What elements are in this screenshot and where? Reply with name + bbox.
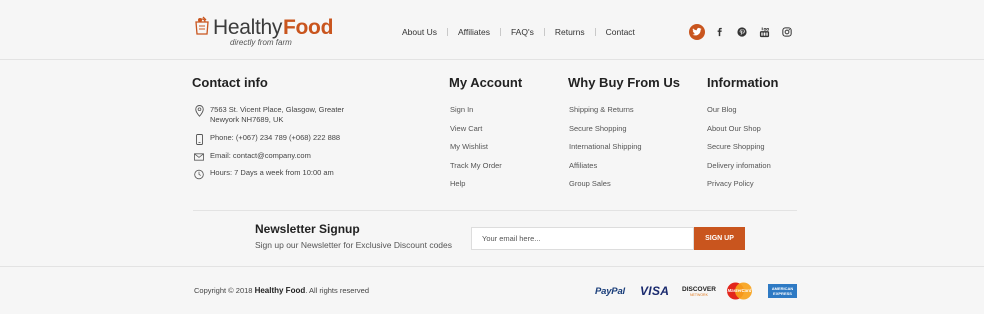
link-my-wishlist[interactable]: My Wishlist bbox=[450, 141, 502, 160]
link-help[interactable]: Help bbox=[450, 178, 502, 197]
copyright: Copyright © 2018 Healthy Food. All right… bbox=[194, 286, 369, 295]
link-secure-shopping-info[interactable]: Secure Shopping bbox=[707, 141, 771, 160]
location-pin-icon bbox=[194, 105, 204, 117]
link-affiliates[interactable]: Affiliates bbox=[569, 160, 642, 179]
nav-returns[interactable]: Returns bbox=[555, 27, 585, 37]
link-group-sales[interactable]: Group Sales bbox=[569, 178, 642, 197]
link-secure-shopping[interactable]: Secure Shopping bbox=[569, 123, 642, 142]
nav-contact[interactable]: Contact bbox=[606, 27, 635, 37]
social-links bbox=[689, 24, 802, 40]
logo-tagline: directly from farm bbox=[230, 38, 292, 47]
link-track-order[interactable]: Track My Order bbox=[450, 160, 502, 179]
contact-address: 7563 St. Vicent Place, Glasgow, Greater … bbox=[194, 105, 344, 125]
nav-affiliates[interactable]: Affiliates bbox=[458, 27, 490, 37]
contact-info-title: Contact info bbox=[192, 75, 268, 90]
paypal-logo: PayPal bbox=[595, 285, 625, 297]
information-title: Information bbox=[707, 75, 779, 90]
newsletter-email-input[interactable] bbox=[471, 227, 694, 250]
envelope-icon bbox=[194, 151, 204, 163]
copyright-suffix: . All rights reserved bbox=[305, 286, 370, 295]
address-line-1: 7563 St. Vicent Place, Glasgow, Greater bbox=[210, 105, 345, 114]
link-delivery-information[interactable]: Delivery infomation bbox=[707, 160, 771, 179]
email-text[interactable]: Email: contact@company.com bbox=[210, 151, 311, 161]
address-line-2: Newyork NH7689, UK bbox=[210, 115, 284, 124]
bottom-bar bbox=[0, 266, 984, 314]
nav-divider bbox=[499, 28, 501, 36]
contact-email: Email: contact@company.com bbox=[194, 151, 311, 163]
instagram-icon[interactable] bbox=[779, 24, 795, 40]
link-international-shipping[interactable]: International Shipping bbox=[569, 141, 642, 160]
basket-icon bbox=[195, 16, 209, 35]
copyright-brand: Healthy Food bbox=[254, 286, 306, 295]
newsletter-title: Newsletter Signup bbox=[255, 222, 360, 236]
contact-hours: Hours: 7 Days a week from 10:00 am bbox=[194, 168, 334, 180]
site-header: Healthy Food directly from farm About Us… bbox=[0, 0, 984, 60]
my-account-title: My Account bbox=[449, 75, 523, 90]
link-sign-in[interactable]: Sign In bbox=[450, 104, 502, 123]
nav-divider bbox=[446, 28, 448, 36]
information-links: Our Blog About Our Shop Secure Shopping … bbox=[707, 104, 771, 197]
my-account-links: Sign In View Cart My Wishlist Track My O… bbox=[450, 104, 502, 197]
nav-divider bbox=[594, 28, 596, 36]
pinterest-icon[interactable] bbox=[734, 24, 750, 40]
contact-phone: Phone: (+067) 234 789 (+068) 222 888 bbox=[194, 133, 340, 145]
why-buy-links: Shipping & Returns Secure Shopping Inter… bbox=[569, 104, 642, 197]
link-view-cart[interactable]: View Cart bbox=[450, 123, 502, 142]
clock-icon bbox=[194, 168, 204, 180]
newsletter-subtitle: Sign up our Newsletter for Exclusive Dis… bbox=[255, 240, 453, 250]
nav-divider bbox=[543, 28, 545, 36]
discover-logo: DISCOVER NETWORK bbox=[682, 285, 716, 297]
phone-text: Phone: (+067) 234 789 (+068) 222 888 bbox=[210, 133, 341, 142]
visa-logo: VISA bbox=[640, 284, 670, 298]
section-divider bbox=[193, 210, 797, 211]
phone-icon bbox=[194, 133, 204, 145]
youtube-icon[interactable] bbox=[757, 24, 773, 40]
link-privacy-policy[interactable]: Privacy Policy bbox=[707, 178, 771, 197]
copyright-prefix: Copyright © 2018 bbox=[194, 286, 255, 295]
main-nav: About Us Affiliates FAQ's Returns Contac… bbox=[402, 27, 635, 37]
hours-text: Hours: 7 Days a week from 10:00 am bbox=[210, 168, 334, 177]
sign-up-button[interactable]: SIGN UP bbox=[694, 227, 745, 250]
nav-about-us[interactable]: About Us bbox=[402, 27, 437, 37]
twitter-icon[interactable] bbox=[689, 24, 705, 40]
link-shipping-returns[interactable]: Shipping & Returns bbox=[569, 104, 642, 123]
logo-text-healthy: Healthy bbox=[213, 16, 283, 39]
nav-faqs[interactable]: FAQ's bbox=[511, 27, 534, 37]
why-buy-title: Why Buy From Us bbox=[568, 75, 680, 90]
link-about-our-shop[interactable]: About Our Shop bbox=[707, 123, 771, 142]
logo[interactable]: Healthy Food directly from farm bbox=[193, 14, 333, 50]
logo-text-food: Food bbox=[283, 16, 334, 39]
mastercard-logo: MasterCard bbox=[726, 282, 753, 300]
link-our-blog[interactable]: Our Blog bbox=[707, 104, 771, 123]
facebook-icon[interactable] bbox=[712, 24, 728, 40]
amex-logo: AMERICAN EXPRESS bbox=[768, 284, 797, 298]
